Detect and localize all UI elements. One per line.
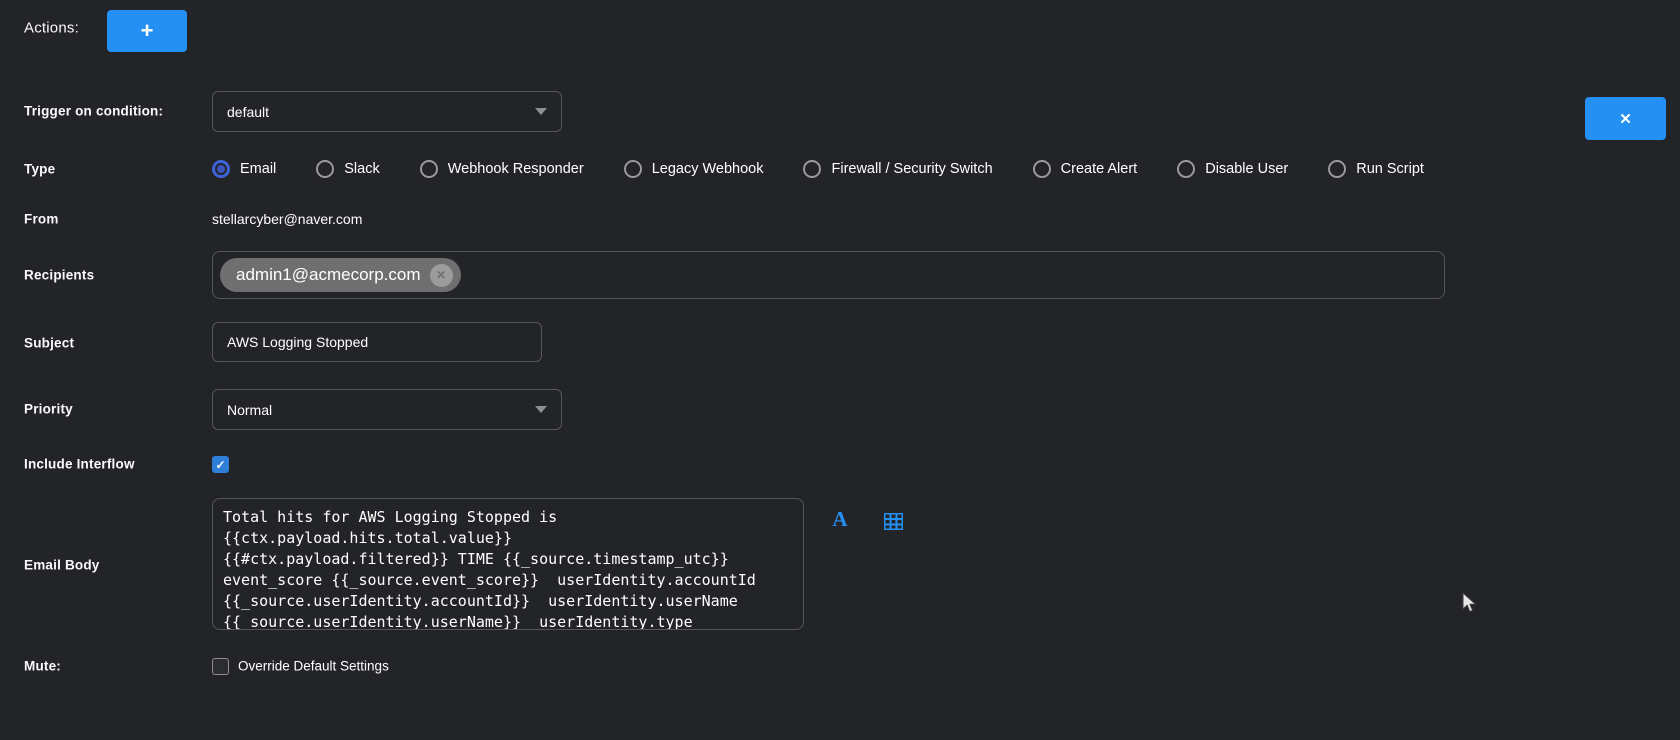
type-option-slack[interactable]: Slack	[316, 160, 379, 178]
mouse-cursor	[1462, 592, 1478, 614]
close-icon: ✕	[436, 268, 446, 282]
close-icon: ✕	[1619, 110, 1632, 128]
recipients-input[interactable]: admin1@acmecorp.com ✕	[212, 251, 1445, 299]
radio-label: Webhook Responder	[448, 161, 584, 177]
radio-label: Create Alert	[1061, 161, 1138, 177]
radio-label: Legacy Webhook	[652, 161, 764, 177]
remove-action-button[interactable]: ✕	[1585, 97, 1666, 140]
radio-icon	[1033, 160, 1051, 178]
email-body-textarea[interactable]: Total hits for AWS Logging Stopped is {{…	[212, 498, 804, 630]
radio-selected-icon	[212, 160, 230, 178]
priority-label: Priority	[24, 402, 73, 417]
priority-select[interactable]: Normal	[212, 389, 562, 430]
add-action-button[interactable]: +	[107, 10, 187, 52]
include-interflow-checkbox[interactable]: ✓	[212, 456, 229, 473]
table-grid-icon	[884, 513, 903, 530]
from-value: stellarcyber@naver.com	[212, 211, 362, 227]
plus-icon: +	[141, 18, 154, 44]
type-option-email[interactable]: Email	[212, 160, 276, 178]
trigger-condition-value: default	[227, 104, 269, 120]
type-option-firewall-security-switch[interactable]: Firewall / Security Switch	[803, 160, 992, 178]
check-icon: ✓	[215, 458, 225, 472]
recipient-chip-text: admin1@acmecorp.com	[236, 265, 421, 285]
radio-icon	[316, 160, 334, 178]
override-default-settings-label: Override Default Settings	[238, 659, 389, 674]
type-option-webhook-responder[interactable]: Webhook Responder	[420, 160, 584, 178]
chevron-down-icon	[535, 108, 547, 115]
include-interflow-label: Include Interflow	[24, 457, 135, 472]
trigger-condition-label: Trigger on condition:	[24, 104, 163, 119]
subject-label: Subject	[24, 336, 74, 351]
subject-input[interactable]	[212, 322, 542, 362]
radio-icon	[1328, 160, 1346, 178]
actions-label: Actions:	[24, 20, 79, 37]
table-icon[interactable]	[884, 513, 903, 535]
recipient-chip: admin1@acmecorp.com ✕	[220, 258, 461, 292]
radio-label: Disable User	[1205, 161, 1288, 177]
radio-icon	[803, 160, 821, 178]
override-default-settings-checkbox[interactable]	[212, 658, 229, 675]
mute-label: Mute:	[24, 659, 61, 674]
type-option-create-alert[interactable]: Create Alert	[1033, 160, 1138, 178]
recipients-label: Recipients	[24, 268, 94, 283]
type-label: Type	[24, 162, 55, 177]
radio-icon	[624, 160, 642, 178]
type-option-legacy-webhook[interactable]: Legacy Webhook	[624, 160, 764, 178]
type-radio-group: Email Slack Webhook Responder Legacy Web…	[212, 155, 1424, 183]
chevron-down-icon	[535, 406, 547, 413]
priority-value: Normal	[227, 402, 272, 418]
radio-label: Run Script	[1356, 161, 1424, 177]
type-option-run-script[interactable]: Run Script	[1328, 160, 1424, 178]
radio-icon	[1177, 160, 1195, 178]
radio-label: Slack	[344, 161, 379, 177]
email-body-label: Email Body	[24, 558, 100, 573]
type-option-disable-user[interactable]: Disable User	[1177, 160, 1288, 178]
action-config-panel: Actions: + Trigger on condition: default…	[0, 0, 1680, 740]
chip-close-icon[interactable]: ✕	[430, 264, 453, 287]
radio-label: Email	[240, 161, 276, 177]
from-label: From	[24, 212, 59, 227]
radio-icon	[420, 160, 438, 178]
radio-label: Firewall / Security Switch	[831, 161, 992, 177]
trigger-condition-select[interactable]: default	[212, 91, 562, 132]
format-text-icon[interactable]: A	[829, 507, 851, 532]
